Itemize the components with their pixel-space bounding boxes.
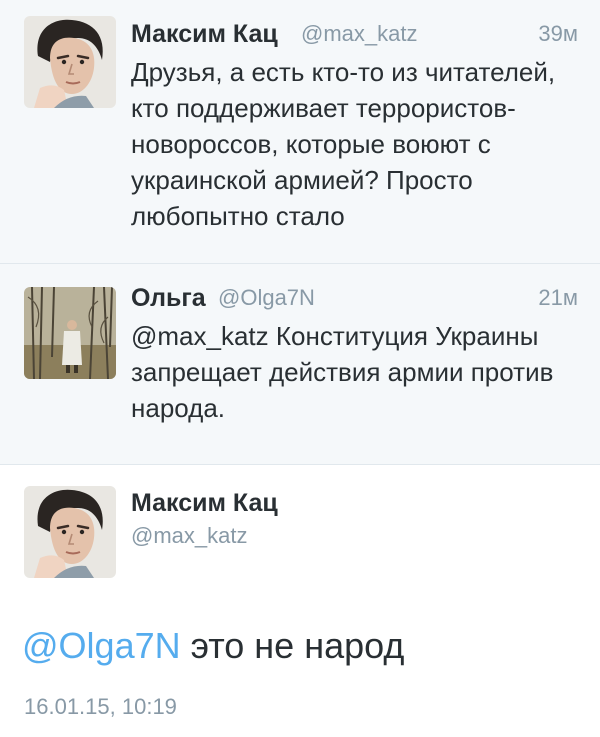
tweet-date: 16.01.15, 10:19 (24, 694, 177, 719)
tweet-timestamp[interactable]: 39м (538, 21, 578, 47)
tweet-text-line: запрещает действия армии против (131, 357, 554, 387)
tweet-text-line: любопытно стало (131, 201, 345, 231)
tweet-timestamp[interactable]: 21м (538, 285, 578, 311)
tweet-detail: Максим Кац @max_katz @Olga7N это не наро… (0, 465, 600, 737)
avatar-portrait-icon (24, 16, 116, 108)
tweet-author-handle[interactable]: @max_katz (301, 21, 417, 47)
tweet-text-segment: Конституция Украины (268, 321, 539, 351)
tweet-text-line: кто поддерживает террористов- (131, 93, 516, 123)
tweet-text-line: народа. (131, 393, 226, 423)
tweet-text: @Olga7N это не народ (22, 625, 404, 667)
tweet-max-katz-1[interactable]: Максим Кац @max_katz 39м Друзья, а есть … (0, 0, 600, 264)
tweet-text-line: новороссов, которые воюют с (131, 129, 491, 159)
avatar[interactable] (24, 486, 116, 578)
avatar-portrait-icon (24, 486, 116, 578)
avatar[interactable] (24, 287, 116, 379)
tweet-text-line: Друзья, а есть кто-то из читателей, (131, 57, 556, 87)
tweet-text: Друзья, а есть кто-то из читателей, кто … (131, 54, 581, 234)
mention-link[interactable]: @Olga7N (22, 625, 181, 666)
tweet-text-line: @max_katz Конституция Украины (131, 318, 581, 354)
tweet-author-name[interactable]: Максим Кац (131, 489, 278, 518)
avatar[interactable] (24, 16, 116, 108)
tweet-author-name[interactable]: Максим Кац (131, 20, 278, 49)
avatar-photo-icon (24, 287, 116, 379)
tweet-author-handle[interactable]: @Olga7N (218, 285, 315, 311)
tweet-text-line: украинской армией? Просто (131, 165, 473, 195)
tweet-author-handle[interactable]: @max_katz (131, 523, 247, 549)
mention-link[interactable]: @max_katz (131, 321, 269, 351)
tweet-text-segment: это не народ (180, 625, 405, 666)
tweet-author-name[interactable]: Ольга (131, 284, 206, 313)
tweet-olga[interactable]: Ольга @Olga7N 21м @max_katz Конституция … (0, 264, 600, 465)
tweet-text: @max_katz Конституция Украины запрещает … (131, 318, 581, 426)
